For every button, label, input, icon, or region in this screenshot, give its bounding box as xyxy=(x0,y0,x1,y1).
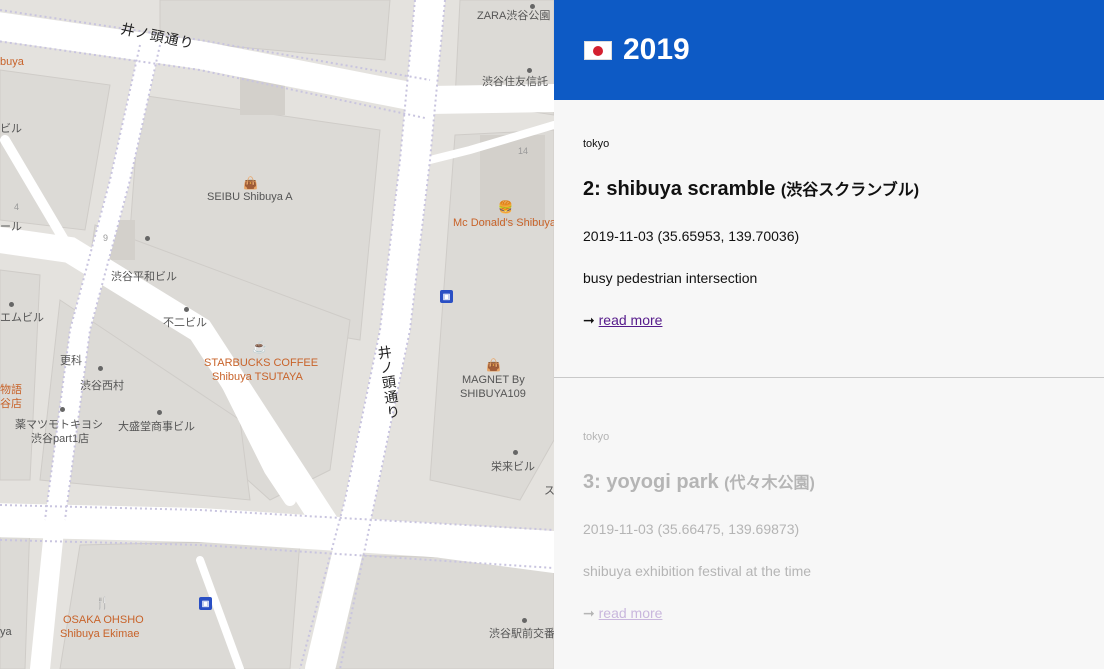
map-label-starbucks-1: STARBUCKS COFFEE xyxy=(204,357,319,369)
entry-title: 2: shibuya scramble (渋谷スクランブル) xyxy=(583,178,920,200)
map-label-nine: 9 xyxy=(103,233,109,243)
map-label-sumitomo: 渋谷住友信託 xyxy=(482,76,548,88)
map-label-magnet-1: MAGNET By xyxy=(462,374,525,386)
map-label-sarashina: 更科 xyxy=(60,355,82,367)
year-title: 2019 xyxy=(623,33,690,66)
map-label-nishimura: 渋谷西村 xyxy=(80,380,124,392)
entry-title: 3: yoyogi park (代々木公園) xyxy=(583,471,815,493)
map-label-four: 4 xyxy=(14,202,20,212)
map-label-emubiru: エムビル xyxy=(0,312,44,324)
entry-card: tokyo 3: yoyogi park (代々木公園) 2019-11-03 … xyxy=(554,378,1104,622)
bus-stop-icon[interactable]: ▣ xyxy=(440,290,453,303)
arrow-right-icon: ➞ xyxy=(583,605,595,621)
entry-meta: 2019-11-03 (35.66475, 139.69873) xyxy=(583,521,800,537)
map-dot xyxy=(513,450,518,455)
map-label-ru-left: ール xyxy=(0,221,22,233)
map-label-su: ス xyxy=(544,485,554,497)
coffee-cup-icon[interactable]: ☕ xyxy=(252,341,267,353)
map-label-biru-left: ビル xyxy=(0,123,22,135)
map[interactable]: 井ノ頭通り 井ノ頭通り ZARA渋谷公園 渋谷住友信託 buya ビル SEIB… xyxy=(0,0,554,669)
map-dot xyxy=(60,407,65,412)
map-label-matsumoto-1: 薬マツモトキヨシ xyxy=(15,419,103,431)
entry-link-row: ➞ read more xyxy=(583,312,1075,329)
map-label-ekimae: 渋谷駅前交番 xyxy=(489,628,554,640)
map-label-fuji: 不二ビル xyxy=(163,317,207,329)
entry-city: tokyo xyxy=(583,431,610,443)
map-label-taisei: 大盛堂商事ビル xyxy=(118,421,195,433)
map-dot xyxy=(145,236,150,241)
entry-card: tokyo 2: shibuya scramble (渋谷スクランブル) 201… xyxy=(554,100,1104,378)
map-label-matsumoto-2: 渋谷part1店 xyxy=(31,433,90,445)
read-more-link[interactable]: read more xyxy=(599,605,663,621)
read-more-link[interactable]: read more xyxy=(599,312,663,328)
map-label-monogatari-2: 谷店 xyxy=(0,398,22,410)
map-label-monogatari-1: 物語 xyxy=(0,384,22,396)
fork-knife-icon[interactable]: 🍴 xyxy=(95,597,110,609)
map-label-osaka-2: Shibuya Ekimae xyxy=(60,628,140,640)
map-label-zara: ZARA渋谷公園 xyxy=(477,10,551,22)
info-panel: 2019 tokyo 2: shibuya scramble (渋谷スクランブル… xyxy=(554,0,1104,669)
entry-city: tokyo xyxy=(583,138,610,150)
bus-stop-icon[interactable]: ▣ xyxy=(199,597,212,610)
map-dot xyxy=(184,307,189,312)
map-label-eirai: 栄来ビル xyxy=(491,461,535,473)
map-label-buya: buya xyxy=(0,56,24,68)
map-label-heiwa: 渋谷平和ビル xyxy=(111,271,177,283)
map-dot xyxy=(522,618,527,623)
map-label-starbucks-2: Shibuya TSUTAYA xyxy=(212,371,303,383)
japan-flag-icon xyxy=(584,40,612,60)
map-label-mcdonalds: Mc Donald's Shibuya xyxy=(453,217,554,229)
shopping-bag-icon[interactable]: 👜 xyxy=(486,359,501,371)
map-label-osaka-1: OSAKA OHSHO xyxy=(63,614,144,626)
shopping-bag-icon[interactable]: 👜 xyxy=(243,177,258,189)
entry-description: shibuya exhibition festival at the time xyxy=(583,563,812,579)
entry-link-row: ➞ read more xyxy=(583,605,1075,622)
map-label-magnet-2: SHIBUYA109 xyxy=(460,388,526,400)
entry-description: busy pedestrian intersection xyxy=(583,270,758,286)
arrow-right-icon: ➞ xyxy=(583,312,595,328)
map-dot xyxy=(98,366,103,371)
map-dot xyxy=(530,4,535,9)
map-dot xyxy=(9,302,14,307)
burger-icon[interactable]: 🍔 xyxy=(498,201,513,213)
map-canvas[interactable] xyxy=(0,0,554,669)
map-label-seibu: SEIBU Shibuya A xyxy=(207,191,293,203)
map-label-ya: ya xyxy=(0,626,12,638)
map-dot xyxy=(527,68,532,73)
map-label-block14: 14 xyxy=(518,146,529,156)
map-dot xyxy=(157,410,162,415)
panel-header: 2019 xyxy=(554,0,1104,100)
entry-meta: 2019-11-03 (35.65953, 139.70036) xyxy=(583,228,800,244)
